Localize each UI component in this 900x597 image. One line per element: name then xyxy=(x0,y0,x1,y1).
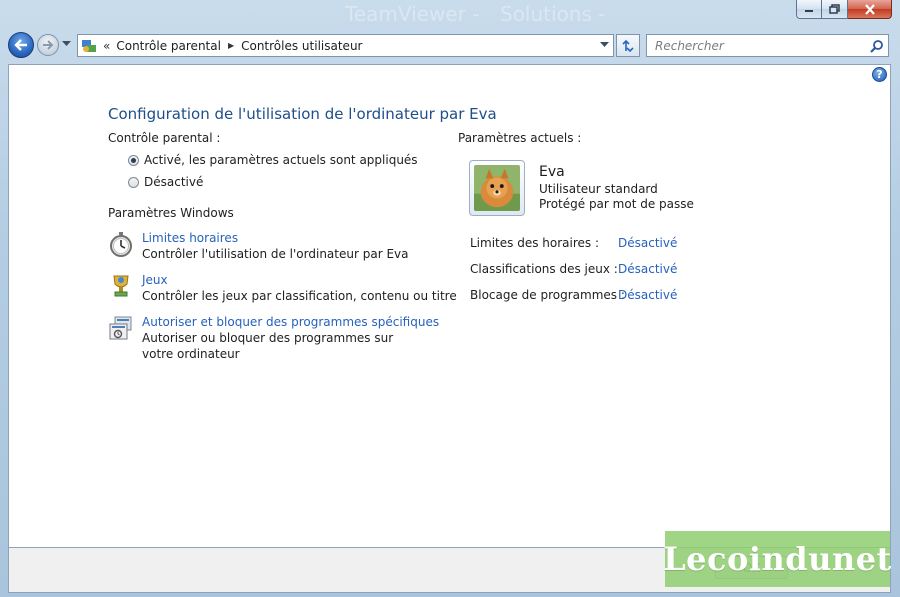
setting-label-time-limits: Limites des horaires : xyxy=(470,236,599,250)
setting-label-program-blocking: Blocage de programmes : xyxy=(470,288,625,302)
search-icon[interactable] xyxy=(870,39,884,53)
setting-value-time-limits[interactable]: Désactivé xyxy=(618,236,677,250)
games-desc: Contrôler les jeux par classification, c… xyxy=(142,289,457,303)
task-time-limits: Limites horaires Contrôler l'utilisation… xyxy=(108,231,408,262)
radio-disabled-label[interactable]: Désactivé xyxy=(144,175,203,189)
forward-button[interactable] xyxy=(37,34,59,56)
refresh-button[interactable] xyxy=(616,34,640,57)
minimize-icon xyxy=(805,10,813,12)
breadcrumb-overflow[interactable]: « xyxy=(103,39,110,53)
setting-value-program-blocking[interactable]: Désactivé xyxy=(618,288,677,302)
stopwatch-icon xyxy=(110,232,132,257)
radio-disabled[interactable]: Désactivé xyxy=(128,175,203,189)
user-name: Eva xyxy=(539,164,565,180)
watermark-logo: Lecoindunet xyxy=(663,531,892,587)
task-programs: Autoriser et bloquer des programmes spéc… xyxy=(108,315,439,362)
radio-button[interactable] xyxy=(128,154,139,166)
windows-settings-label: Paramètres Windows xyxy=(108,206,234,220)
recent-pages-dropdown-icon[interactable] xyxy=(62,41,71,47)
background-window-hint: TeamViewer - xyxy=(345,2,480,26)
main-content: ? Configuration de l'utilisation de l'or… xyxy=(8,64,891,548)
games-link[interactable]: Jeux xyxy=(142,273,457,288)
address-bar[interactable]: « Contrôle parental ▶ Contrôles utilisat… xyxy=(77,34,614,57)
address-dropdown-icon[interactable] xyxy=(600,42,609,48)
breadcrumb-user-controls[interactable]: Contrôles utilisateur xyxy=(241,39,362,53)
caption-buttons xyxy=(796,0,892,19)
games-trophy-icon xyxy=(113,275,129,297)
parental-control-label: Contrôle parental : xyxy=(108,131,221,145)
account-type: Utilisateur standard xyxy=(539,182,658,196)
time-limits-link[interactable]: Limites horaires xyxy=(142,231,408,246)
programs-desc: Autoriser ou bloquer des programmes sur … xyxy=(142,331,394,361)
radio-button[interactable] xyxy=(128,176,139,188)
user-photo xyxy=(474,165,520,211)
password-status: Protégé par mot de passe xyxy=(539,197,694,211)
program-block-icon xyxy=(109,316,132,340)
back-arrow-icon xyxy=(14,39,27,51)
search-box[interactable]: Rechercher xyxy=(646,34,889,57)
close-button[interactable] xyxy=(848,0,892,19)
navigation-bar: « Contrôle parental ▶ Contrôles utilisat… xyxy=(0,30,900,62)
maximize-button[interactable] xyxy=(822,0,848,19)
breadcrumb-parental-control[interactable]: Contrôle parental xyxy=(116,39,221,53)
back-button[interactable] xyxy=(8,32,34,58)
close-icon xyxy=(864,3,875,15)
time-limits-desc: Contrôler l'utilisation de l'ordinateur … xyxy=(142,247,409,261)
task-games: Jeux Contrôler les jeux par classificati… xyxy=(108,273,457,304)
avatar xyxy=(469,160,525,216)
forward-arrow-icon xyxy=(43,40,54,50)
minimize-button[interactable] xyxy=(796,0,822,19)
refresh-icon xyxy=(622,39,634,52)
page-title: Configuration de l'utilisation de l'ordi… xyxy=(108,105,497,123)
control-panel-icon xyxy=(82,39,96,52)
programs-link[interactable]: Autoriser et bloquer des programmes spéc… xyxy=(142,315,439,330)
help-icon[interactable]: ? xyxy=(872,67,887,82)
background-window-hint: Solutions - xyxy=(500,2,606,26)
current-settings-label: Paramètres actuels : xyxy=(458,131,582,145)
restore-icon xyxy=(828,4,840,14)
breadcrumb-arrow-icon[interactable]: ▶ xyxy=(228,41,234,50)
watermark-text: Lecoindunet xyxy=(663,540,892,578)
setting-label-game-ratings: Classifications des jeux : xyxy=(470,262,618,276)
setting-value-game-ratings[interactable]: Désactivé xyxy=(618,262,677,276)
radio-enabled-label[interactable]: Activé, les paramètres actuels sont appl… xyxy=(144,153,418,167)
radio-enabled[interactable]: Activé, les paramètres actuels sont appl… xyxy=(128,153,418,167)
search-input[interactable]: Rechercher xyxy=(647,39,870,53)
